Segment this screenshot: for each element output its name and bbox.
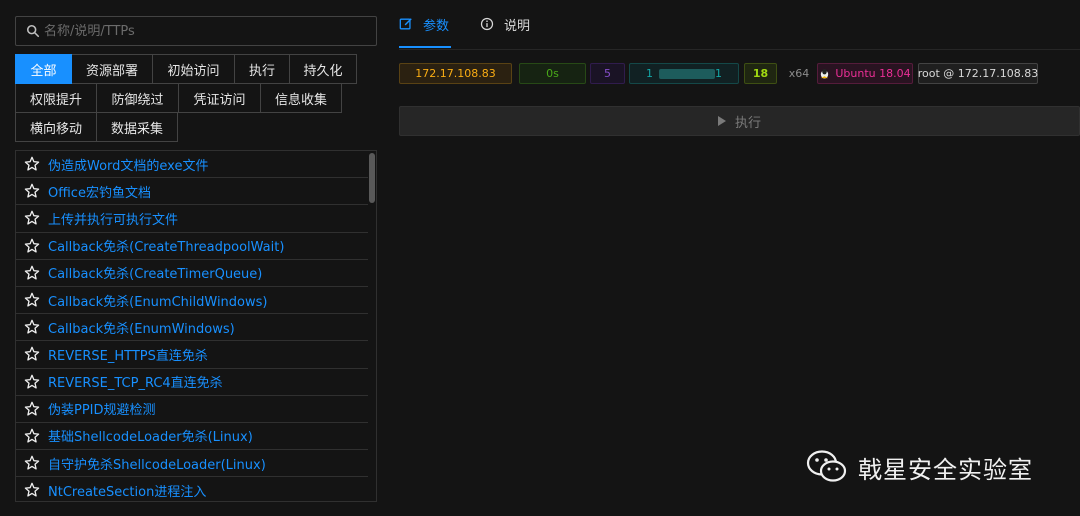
list-item[interactable]: Callback免杀(EnumWindows) (16, 314, 368, 342)
tab-description-label: 说明 (504, 18, 531, 34)
arch-badge: x64 (788, 67, 810, 80)
tab-params[interactable]: 参数 (399, 0, 451, 48)
search-box[interactable] (15, 16, 377, 46)
user-badge: root @ 172.17.108.83 (918, 63, 1038, 84)
star-icon[interactable] (24, 238, 40, 254)
list-scrollbar[interactable] (369, 153, 375, 203)
tag-lateral-movement[interactable]: 横向移动 (15, 112, 97, 142)
star-icon[interactable] (24, 401, 40, 417)
list-item[interactable]: NtCreateSection进程注入 (16, 477, 368, 501)
list-item-label[interactable]: 上传并执行可执行文件 (48, 209, 178, 228)
host-suffix: 1 (715, 67, 722, 80)
star-icon[interactable] (24, 319, 40, 335)
list-item-label[interactable]: Callback免杀(EnumWindows) (48, 318, 235, 337)
list-item-label[interactable]: NtCreateSection进程注入 (48, 481, 206, 500)
list-item-label[interactable]: REVERSE_HTTPS直连免杀 (48, 345, 208, 364)
list-item-label[interactable]: Callback免杀(EnumChildWindows) (48, 291, 267, 310)
ip-badge: 172.17.108.83 (399, 63, 512, 84)
tag-initial-access[interactable]: 初始访问 (152, 54, 235, 84)
host-prefix: 1 (646, 67, 653, 80)
tag-defense-evasion[interactable]: 防御绕过 (96, 83, 179, 113)
tag-credential-access[interactable]: 凭证访问 (178, 83, 261, 113)
tab-params-label: 参数 (423, 18, 450, 34)
app-root: 全部 资源部署 初始访问 执行 持久化 权限提升 防御绕过 凭证访问 信息收集 … (0, 0, 1080, 516)
linux-icon (821, 68, 829, 79)
list-item-label[interactable]: 伪造成Word文档的exe文件 (48, 155, 208, 174)
tag-row: 横向移动 数据采集 (15, 112, 375, 142)
list-item-label[interactable]: REVERSE_TCP_RC4直连免杀 (48, 372, 223, 391)
edit-icon (399, 18, 412, 30)
star-icon[interactable] (24, 455, 40, 471)
star-icon[interactable] (24, 265, 40, 281)
star-icon[interactable] (24, 156, 40, 172)
os-badge: Ubuntu 18.04 (817, 63, 913, 84)
tag-collection[interactable]: 数据采集 (96, 112, 178, 142)
tag-row: 权限提升 防御绕过 凭证访问 信息收集 (15, 83, 375, 113)
list-item[interactable]: 伪造成Word文档的exe文件 (16, 151, 368, 179)
list-item[interactable]: Office宏钓鱼文档 (16, 178, 368, 206)
list-item-label[interactable]: 伪装PPID规避检测 (48, 399, 156, 418)
star-icon[interactable] (24, 183, 40, 199)
tag-row: 全部 资源部署 初始访问 执行 持久化 (15, 54, 375, 84)
star-icon[interactable] (24, 482, 40, 498)
tab-bar: 参数 说明 (399, 0, 1080, 50)
info-icon (480, 17, 494, 31)
star-icon[interactable] (24, 346, 40, 362)
os-label: Ubuntu 18.04 (835, 67, 911, 80)
list-item[interactable]: 伪装PPID规避检测 (16, 396, 368, 423)
list-item[interactable]: Callback免杀(CreateThreadpoolWait) (16, 233, 368, 260)
tag-discovery[interactable]: 信息收集 (260, 83, 342, 113)
tag-privilege-escalation[interactable]: 权限提升 (15, 83, 97, 113)
search-icon (26, 24, 40, 38)
time-badge: 0s (519, 63, 586, 84)
star-icon[interactable] (24, 374, 40, 390)
list-item-label[interactable]: Callback免杀(CreateTimerQueue) (48, 263, 262, 282)
star-icon[interactable] (24, 292, 40, 308)
list-item-label[interactable]: Office宏钓鱼文档 (48, 182, 151, 201)
list-item-label[interactable]: Callback免杀(CreateThreadpoolWait) (48, 236, 284, 255)
play-icon (717, 116, 726, 126)
execute-label: 执行 (734, 115, 761, 131)
tag-persistence[interactable]: 持久化 (289, 54, 357, 84)
list-item[interactable]: REVERSE_TCP_RC4直连免杀 (16, 369, 368, 396)
star-icon[interactable] (24, 428, 40, 444)
tactic-filter: 全部 资源部署 初始访问 执行 持久化 权限提升 防御绕过 凭证访问 信息收集 … (15, 54, 375, 142)
list-item-label[interactable]: 基础ShellcodeLoader免杀(Linux) (48, 426, 253, 445)
tag-resource-deploy[interactable]: 资源部署 (71, 54, 153, 84)
list-item[interactable]: Callback免杀(CreateTimerQueue) (16, 260, 368, 287)
list-item[interactable]: Callback免杀(EnumChildWindows) (16, 287, 368, 315)
level-badge: 18 (744, 63, 777, 84)
list-item-label[interactable]: 自守护免杀ShellcodeLoader(Linux) (48, 454, 266, 473)
redacted-mark (659, 68, 715, 79)
list-item[interactable]: REVERSE_HTTPS直连免杀 (16, 341, 368, 369)
list-item[interactable]: 基础ShellcodeLoader免杀(Linux) (16, 423, 368, 451)
execute-button[interactable]: 执行 (399, 106, 1080, 136)
tag-execution[interactable]: 执行 (234, 54, 290, 84)
list-item[interactable]: 上传并执行可执行文件 (16, 205, 368, 233)
watermark-text: 戟星安全实验室 (858, 455, 1033, 484)
technique-list: 伪造成Word文档的exe文件 Office宏钓鱼文档上传并执行可执行文件 Call… (15, 150, 377, 502)
count-badge: 5 (590, 63, 625, 84)
star-icon[interactable] (24, 210, 40, 226)
watermark: 戟星安全实验室 (806, 446, 1033, 488)
wechat-icon (806, 450, 847, 482)
tab-description[interactable]: 说明 (480, 0, 530, 48)
host-badge: 1 1 (629, 63, 739, 84)
list-item[interactable]: 自守护免杀ShellcodeLoader(Linux) (16, 450, 368, 478)
tag-all[interactable]: 全部 (15, 54, 72, 84)
search-input[interactable] (44, 23, 376, 39)
